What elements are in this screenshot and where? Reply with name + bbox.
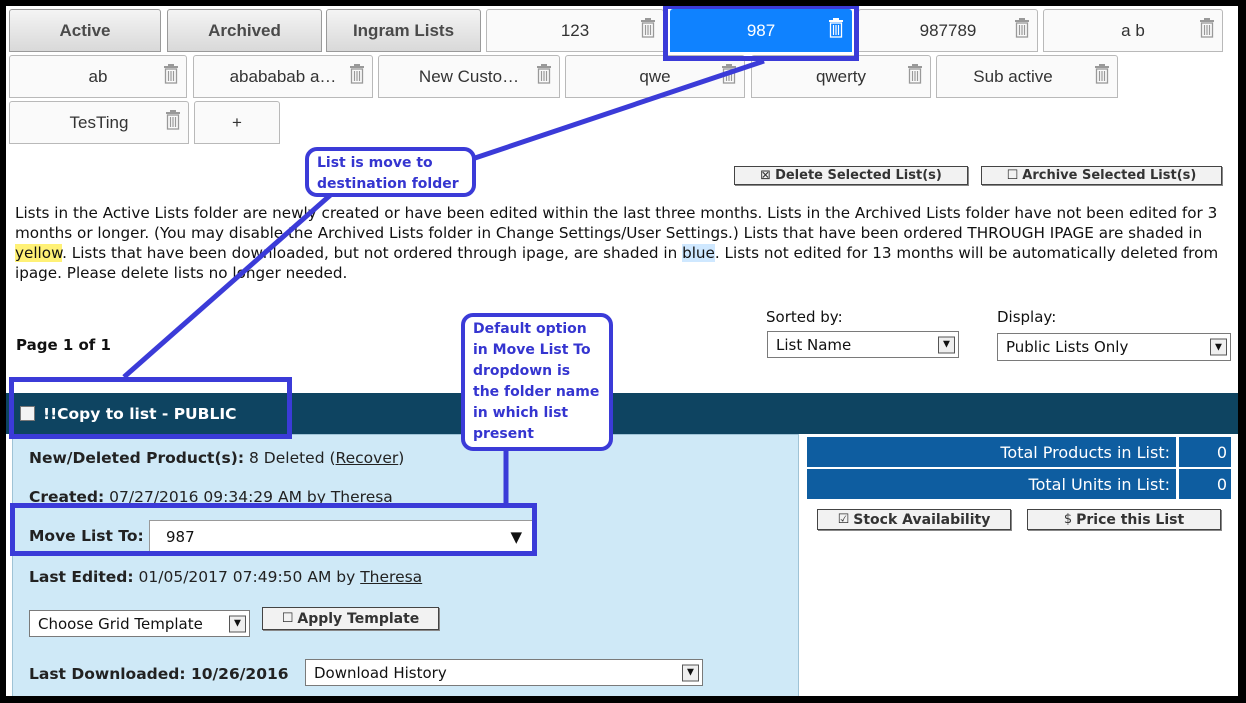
- app-window: Active Archived Ingram Lists 123 987 987…: [6, 6, 1238, 696]
- dropdown-arrow-icon: ▼: [938, 336, 955, 353]
- add-list-tab[interactable]: +: [194, 101, 280, 144]
- info-text-part: Lists in the Active Lists folder are new…: [15, 204, 1218, 242]
- template-icon: ☐: [281, 611, 294, 626]
- tab-active[interactable]: Active: [9, 9, 161, 52]
- trash-icon[interactable]: [1200, 18, 1214, 38]
- tab-label: Sub active: [973, 67, 1053, 86]
- grid-template-select[interactable]: Choose Grid Template ▼: [29, 610, 250, 637]
- tab-label: abababab a…: [229, 67, 337, 86]
- tab-list-qwe[interactable]: qwe: [565, 55, 745, 98]
- price-label: Price this List: [1076, 511, 1185, 528]
- tab-list-abababab[interactable]: abababab a…: [193, 55, 373, 98]
- total-units-value: 0: [1179, 469, 1231, 499]
- sorted-by-label: Sorted by:: [766, 308, 843, 326]
- trash-icon[interactable]: [722, 64, 736, 84]
- delete-box-icon: ⊠: [760, 168, 772, 183]
- archive-label: Archive Selected List(s): [1022, 168, 1197, 183]
- tab-label: 123: [560, 21, 590, 40]
- archive-selected-lists-button[interactable]: ☐ Archive Selected List(s): [981, 166, 1222, 185]
- grid-template-value: Choose Grid Template: [38, 614, 203, 633]
- highlight-list-title: [9, 377, 292, 439]
- field-label: New/Deleted Product(s):: [29, 449, 245, 467]
- highlight-selected-tab: [663, 6, 859, 61]
- dollar-icon: $: [1063, 512, 1073, 527]
- trash-icon[interactable]: [908, 64, 922, 84]
- display-select[interactable]: Public Lists Only ▼: [997, 333, 1231, 361]
- trash-icon[interactable]: [641, 18, 655, 38]
- total-units-label: Total Units in List:: [807, 469, 1176, 499]
- tab-list-sub-active[interactable]: Sub active: [936, 55, 1118, 98]
- field-value: ): [398, 449, 405, 467]
- highlight-move-list: [10, 503, 537, 556]
- field-label: Last Edited:: [29, 568, 134, 586]
- last-edited-info: Last Edited: 01/05/2017 07:49:50 AM by T…: [29, 568, 422, 586]
- blue-highlight: blue: [682, 244, 715, 262]
- new-deleted-products: New/Deleted Product(s): 8 Deleted (Recov…: [29, 449, 404, 467]
- field-value: 8 Deleted (: [249, 449, 336, 467]
- tab-label: Archived: [208, 21, 281, 40]
- total-products-row: Total Products in List: 0: [807, 437, 1231, 467]
- sorted-by-value: List Name: [776, 335, 852, 354]
- tab-label: a b: [1121, 21, 1145, 40]
- tab-list-qwerty[interactable]: qwerty: [751, 55, 931, 98]
- display-label: Display:: [997, 308, 1057, 326]
- tab-list-123[interactable]: 123: [486, 9, 664, 52]
- tab-list-a-b[interactable]: a b: [1043, 9, 1223, 52]
- download-history-value: Download History: [314, 663, 447, 682]
- tab-label: ab: [88, 67, 108, 86]
- dropdown-arrow-icon: ▼: [682, 664, 699, 681]
- tab-archived[interactable]: Archived: [167, 9, 322, 52]
- total-products-value: 0: [1179, 437, 1231, 467]
- tab-label: TesTing: [69, 113, 129, 132]
- tab-ingram-lists[interactable]: Ingram Lists: [326, 9, 481, 52]
- apply-template-label: Apply Template: [297, 610, 420, 627]
- info-text-part: . Lists that have been downloaded, but n…: [62, 244, 683, 262]
- list-details-panel: New/Deleted Product(s): 8 Deleted (Recov…: [12, 434, 799, 696]
- apply-template-button[interactable]: ☐ Apply Template: [262, 607, 439, 630]
- tab-label: Ingram Lists: [352, 21, 455, 40]
- trash-icon[interactable]: [1015, 18, 1029, 38]
- field-value: 01/05/2017 07:49:50 AM by: [138, 568, 356, 586]
- total-products-label: Total Products in List:: [807, 437, 1176, 467]
- trash-icon[interactable]: [1095, 64, 1109, 84]
- edited-by-link[interactable]: Theresa: [360, 568, 422, 586]
- callout-destination: List is move to destination folder: [305, 147, 476, 197]
- delete-selected-lists-button[interactable]: ⊠ Delete Selected List(s): [734, 166, 968, 185]
- tab-label: qwe: [639, 67, 671, 86]
- display-value: Public Lists Only: [1006, 338, 1129, 356]
- last-downloaded: Last Downloaded: 10/26/2016: [29, 665, 289, 683]
- callout-default-option: Default option in Move List To dropdown …: [461, 313, 613, 451]
- tab-list-testing[interactable]: TesTing: [9, 101, 189, 144]
- trash-icon[interactable]: [166, 110, 180, 130]
- page-indicator: Page 1 of 1: [16, 336, 111, 354]
- tab-label: Active: [59, 21, 111, 40]
- price-list-button[interactable]: $ Price this List: [1027, 509, 1221, 530]
- stock-label: Stock Availability: [853, 511, 991, 528]
- tab-list-ab[interactable]: ab: [9, 55, 187, 98]
- yellow-highlight: yellow: [15, 244, 63, 262]
- archive-icon: ☐: [1006, 168, 1019, 183]
- tab-label: New Custo…: [418, 67, 520, 86]
- trash-icon[interactable]: [164, 64, 178, 84]
- dropdown-arrow-icon: ▼: [1210, 338, 1227, 356]
- download-history-select[interactable]: Download History ▼: [305, 659, 703, 686]
- stock-availability-button[interactable]: ☑ Stock Availability: [817, 509, 1011, 530]
- trash-icon[interactable]: [350, 64, 364, 84]
- tab-list-987789[interactable]: 987789: [858, 9, 1038, 52]
- add-icon: +: [232, 113, 242, 132]
- sorted-by-select[interactable]: List Name ▼: [767, 331, 959, 358]
- tab-list-new-custom[interactable]: New Custo…: [378, 55, 560, 98]
- trash-icon[interactable]: [537, 64, 551, 84]
- recover-link[interactable]: Recover: [336, 449, 399, 467]
- checkbox-icon: ☑: [837, 512, 850, 527]
- dropdown-arrow-icon: ▼: [229, 615, 246, 632]
- total-units-row: Total Units in List: 0: [807, 469, 1231, 499]
- tab-label: 987789: [919, 21, 977, 40]
- delete-label: Delete Selected List(s): [775, 168, 942, 183]
- tab-label: qwerty: [815, 67, 867, 86]
- lists-info-text: Lists in the Active Lists folder are new…: [15, 203, 1227, 283]
